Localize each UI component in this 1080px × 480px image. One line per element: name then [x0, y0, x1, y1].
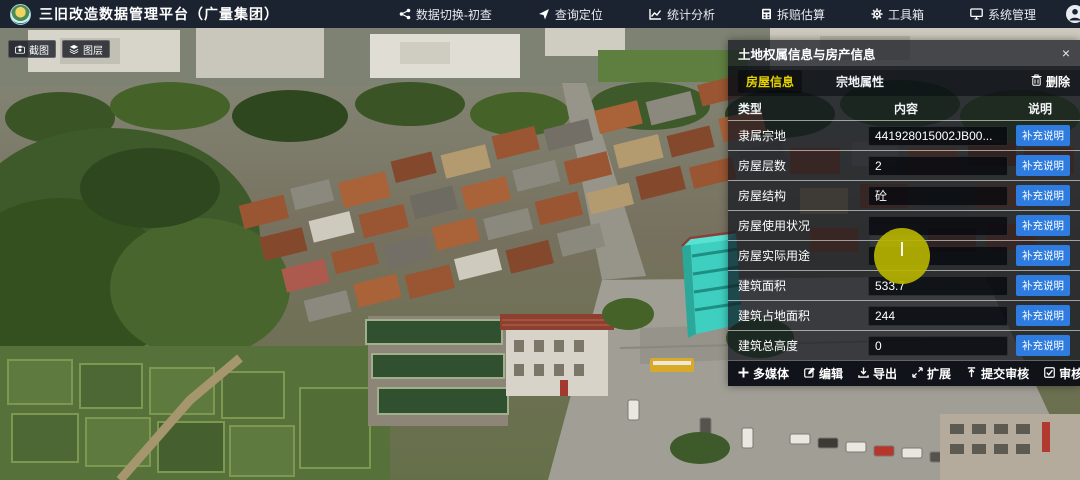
- supplement-note-button[interactable]: 补充说明: [1016, 275, 1070, 296]
- tool-label: 导出: [873, 365, 897, 382]
- edit-button[interactable]: 编辑: [804, 365, 843, 382]
- edit-icon: [804, 367, 815, 381]
- menu-item-toolbox[interactable]: 工具箱: [871, 6, 924, 23]
- row-label: 建筑面积: [738, 277, 868, 294]
- menu-item-estimate[interactable]: 拆赔估算: [761, 6, 825, 23]
- expand-button[interactable]: 扩展: [912, 365, 951, 382]
- user-avatar[interactable]: [1066, 5, 1080, 23]
- map-toolbar: 截图 图层: [8, 40, 110, 58]
- locate-icon: [538, 8, 550, 20]
- expand-icon: [912, 367, 923, 381]
- app-logo: [10, 4, 31, 25]
- menu-label: 拆赔估算: [777, 6, 825, 23]
- stats-icon: [649, 8, 662, 20]
- column-note: 说明: [1014, 100, 1066, 117]
- supplement-note-button[interactable]: 补充说明: [1016, 185, 1070, 206]
- layers-icon: [69, 44, 79, 54]
- close-icon[interactable]: ×: [1062, 46, 1070, 60]
- menu-label: 工具箱: [888, 6, 924, 23]
- tool-label: 编辑: [819, 365, 843, 382]
- screenshot-label: 截图: [29, 42, 49, 57]
- screenshot-icon: [15, 45, 25, 54]
- table-row-parcel: 隶属宗地 补充说明: [728, 120, 1080, 150]
- panel-tabbar: 房屋信息 宗地属性 删除: [728, 66, 1080, 96]
- review-comments-icon: [1044, 367, 1055, 381]
- trash-icon: [1031, 74, 1042, 89]
- tool-label: 多媒体: [753, 365, 789, 382]
- menu-label: 统计分析: [667, 6, 715, 23]
- column-type: 类型: [738, 100, 868, 117]
- delete-button[interactable]: 删除: [1031, 73, 1070, 90]
- table-row-footprint-area: 建筑占地面积 补充说明: [728, 300, 1080, 330]
- supplement-note-button[interactable]: 补充说明: [1016, 335, 1070, 356]
- row-label: 建筑总高度: [738, 337, 868, 354]
- delete-label: 删除: [1046, 73, 1070, 90]
- row-label: 房屋结构: [738, 187, 868, 204]
- tool-label: 扩展: [927, 365, 951, 382]
- menu-item-data-switch[interactable]: 数据切换-初查: [399, 6, 492, 23]
- plus-icon: [738, 367, 749, 381]
- supplement-note-button[interactable]: 补充说明: [1016, 215, 1070, 236]
- row-label: 隶属宗地: [738, 127, 868, 144]
- app-window: 截图 图层 三旧改造数据管理平台（广量集团） 数据切换-初查 查询定位: [0, 0, 1080, 480]
- export-icon: [858, 367, 869, 381]
- submit-review-icon: [966, 367, 977, 381]
- tool-label: 审核意见: [1059, 365, 1080, 382]
- row-label: 房屋实际用途: [738, 247, 868, 264]
- main-menu: 数据切换-初查 查询定位 统计分析 拆赔估算 工具箱 系统管理: [399, 6, 1036, 23]
- menu-label: 数据切换-初查: [416, 6, 492, 23]
- table-row-floors: 房屋层数 补充说明: [728, 150, 1080, 180]
- export-button[interactable]: 导出: [858, 365, 897, 382]
- app-title: 三旧改造数据管理平台（广量集团）: [39, 4, 279, 24]
- total-height-field[interactable]: [868, 336, 1008, 356]
- layers-button[interactable]: 图层: [62, 40, 110, 58]
- panel-title: 土地权属信息与房产信息: [738, 44, 876, 63]
- parcel-id-field[interactable]: [868, 126, 1008, 146]
- structure-field[interactable]: [868, 186, 1008, 206]
- data-switch-icon: [399, 8, 411, 20]
- multimedia-button[interactable]: 多媒体: [738, 365, 789, 382]
- row-label: 房屋使用状况: [738, 217, 868, 234]
- review-comments-button[interactable]: 审核意见: [1044, 365, 1080, 382]
- column-content: 内容: [868, 100, 1014, 117]
- text-cursor: |: [900, 240, 904, 257]
- tool-label: 提交审核: [981, 365, 1029, 382]
- floors-field[interactable]: [868, 156, 1008, 176]
- supplement-note-button[interactable]: 补充说明: [1016, 155, 1070, 176]
- submit-review-button[interactable]: 提交审核: [966, 365, 1029, 382]
- menu-label: 系统管理: [988, 6, 1036, 23]
- menu-item-stats[interactable]: 统计分析: [649, 6, 715, 23]
- supplement-note-button[interactable]: 补充说明: [1016, 245, 1070, 266]
- menu-item-locate[interactable]: 查询定位: [538, 6, 603, 23]
- menu-item-system[interactable]: 系统管理: [970, 6, 1036, 23]
- table-row-structure: 房屋结构 补充说明: [728, 180, 1080, 210]
- supplement-note-button[interactable]: 补充说明: [1016, 125, 1070, 146]
- top-bar: 三旧改造数据管理平台（广量集团） 数据切换-初查 查询定位 统计分析 拆赔估算 …: [0, 0, 1080, 28]
- property-info-panel: 土地权属信息与房产信息 × 房屋信息 宗地属性 删除 类型 内容 说明 隶属宗地…: [728, 40, 1080, 386]
- screenshot-button[interactable]: 截图: [8, 40, 56, 58]
- monitor-icon: [970, 8, 983, 20]
- tab-parcel-attributes[interactable]: 宗地属性: [828, 70, 892, 93]
- footprint-area-field[interactable]: [868, 306, 1008, 326]
- row-label: 建筑占地面积: [738, 307, 868, 324]
- row-label: 房屋层数: [738, 157, 868, 174]
- panel-action-toolbar: 多媒体 编辑 导出 扩展 提交审核 审核意见: [728, 360, 1080, 386]
- layers-label: 图层: [83, 42, 103, 57]
- gear-icon: [871, 8, 883, 20]
- menu-label: 查询定位: [555, 6, 603, 23]
- tab-house-info[interactable]: 房屋信息: [738, 70, 802, 93]
- supplement-note-button[interactable]: 补充说明: [1016, 305, 1070, 326]
- panel-header: 土地权属信息与房产信息 ×: [728, 40, 1080, 66]
- click-indicator: |: [874, 228, 930, 284]
- estimate-icon: [761, 8, 772, 20]
- table-column-headers: 类型 内容 说明: [728, 96, 1080, 120]
- table-row-total-height: 建筑总高度 补充说明: [728, 330, 1080, 360]
